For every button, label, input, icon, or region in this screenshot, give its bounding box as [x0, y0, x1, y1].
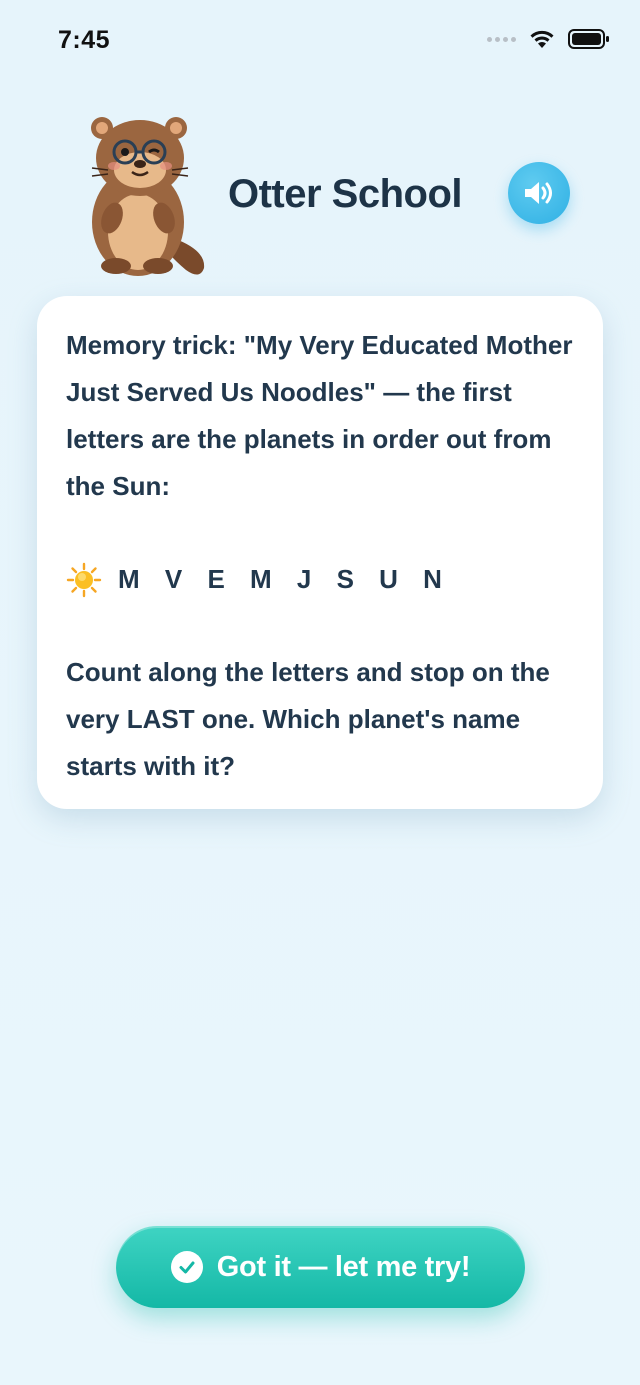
sound-button[interactable] [508, 162, 570, 224]
letters-row: M V E M J S U N [66, 556, 573, 603]
header: Otter School [0, 110, 640, 290]
got-it-button[interactable]: Got it — let me try! [116, 1226, 525, 1308]
check-circle-icon [170, 1251, 203, 1283]
lesson-card: Memory trick: "My Very Educated Mother J… [37, 296, 603, 809]
otter-mascot-icon [91, 117, 205, 276]
status-bar: 7:45 [0, 0, 640, 80]
lesson-paragraph-1: Memory trick: "My Very Educated Mother J… [66, 330, 573, 501]
battery-icon [568, 29, 609, 49]
planet-letters: M V E M J S U N [118, 564, 451, 594]
signal-dots-icon [487, 36, 516, 42]
screen: 7:45 Otter School Memory trick: "My Very… [0, 0, 640, 1385]
app-title: Otter School [228, 172, 463, 216]
got-it-label: Got it — let me try! [216, 1250, 471, 1283]
sun-icon [66, 562, 102, 597]
lesson-paragraph-2: Count along the letters and stop on the … [66, 657, 550, 781]
status-time: 7:45 [58, 26, 111, 54]
status-icons [487, 28, 610, 50]
wifi-icon [530, 30, 554, 48]
speaker-icon [525, 182, 552, 204]
